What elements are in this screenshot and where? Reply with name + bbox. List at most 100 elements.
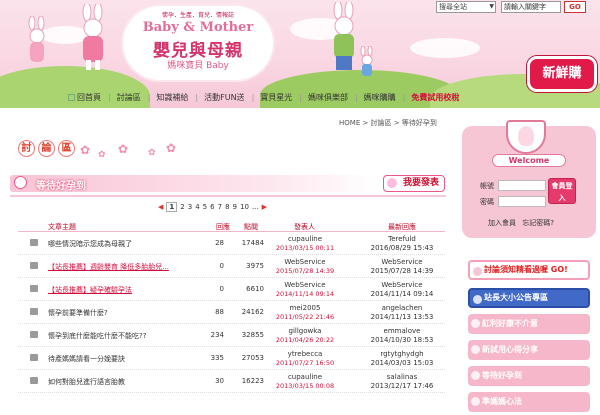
last-reply-user[interactable]: rgtytghydgh xyxy=(358,350,446,359)
breadcrumb[interactable]: HOME > 討論區 > 等待好孕到 xyxy=(339,118,437,128)
author-cell: cupauline 2013/03/15 00:08 xyxy=(265,373,345,391)
page-link[interactable]: 9 xyxy=(233,203,237,211)
topic-subject-link[interactable]: 哪些情況暗示您成為母親了 xyxy=(48,239,132,249)
topic-icon xyxy=(30,377,38,384)
nav-item-home[interactable]: 回首頁 xyxy=(68,92,101,103)
author-name[interactable]: cupauline xyxy=(265,235,345,244)
page-root: 懷孕．生產．育兒．情報誌 Baby & Mother 嬰兒與母親 媽咪寶貝 Ba… xyxy=(0,0,600,415)
next-page-icon[interactable]: ▶ xyxy=(262,203,267,211)
author-name[interactable]: cupauline xyxy=(265,373,345,382)
page-link[interactable]: 8 xyxy=(225,203,229,211)
new-post-button[interactable]: 我要發表 xyxy=(383,175,445,192)
table-row[interactable]: 【站長推薦】疑孕確驗孕法 0 6610 WebService 2014/11/14 09… xyxy=(18,279,445,301)
nav-item-mommy-shop[interactable]: 媽咪購購 xyxy=(364,92,396,103)
last-reply-date: 2014/11/14 09:14 xyxy=(370,290,434,298)
page-link[interactable]: 7 xyxy=(218,203,222,211)
nav-label: 免費試用校稅 xyxy=(411,92,460,102)
sidebar-button-label: 準媽媽心法 xyxy=(482,397,522,406)
page-link[interactable]: 10 xyxy=(240,203,249,211)
author-name[interactable]: gillgowka xyxy=(265,327,345,336)
topic-subject-link[interactable]: 【站長推薦】週齡嬰育 降低多胎胎兒... xyxy=(48,262,169,272)
join-member-link[interactable]: 加入會員 xyxy=(488,219,516,227)
last-reply-user[interactable]: salalinas xyxy=(358,373,446,382)
topic-subject-link[interactable]: 懷孕前要準備什麼? xyxy=(48,308,108,318)
last-reply-user[interactable]: emmalove xyxy=(358,327,446,336)
new-shopping-badge[interactable]: 新鮮購 xyxy=(527,56,597,92)
account-input[interactable] xyxy=(498,180,546,191)
post-date: 2011/04/26 20:22 xyxy=(275,336,335,344)
chevron-down-icon: ▼ xyxy=(489,3,494,10)
forgot-password-link[interactable]: 忘記密碼? xyxy=(522,219,554,227)
bunny-icon xyxy=(473,267,482,276)
table-row[interactable]: 哪些情況暗示您成為母親了 28 17484 cupauline 2013/03/15 0… xyxy=(18,233,445,255)
last-reply-cell: WebService 2014/11/14 09:14 xyxy=(358,281,446,299)
password-input[interactable] xyxy=(498,196,546,207)
sidebar-announcements-button[interactable]: 站長大小公告專區 xyxy=(468,288,590,308)
sidebar-trial-share-button[interactable]: 新試用心得分享 xyxy=(468,340,590,360)
logo-tagline: 懷孕．生產．育兒．情報誌 xyxy=(161,12,234,19)
bunny-mother-icon xyxy=(82,4,103,70)
table-row[interactable]: 【站長推薦】週齡嬰育 降低多胎胎兒... 0 3975 WebService 2015/… xyxy=(18,256,445,278)
table-row[interactable]: 懷孕前要準備什麼? 88 24162 mei2005 2011/05/22 21:46 a… xyxy=(18,302,445,324)
author-cell: mei2005 2011/05/22 21:46 xyxy=(265,304,345,322)
page-link[interactable]: 3 xyxy=(188,203,192,211)
author-name[interactable]: WebService xyxy=(265,281,345,290)
flower-icon: ✿ xyxy=(98,150,106,160)
pencil-icon xyxy=(387,178,397,188)
last-reply-user[interactable]: WebService xyxy=(358,258,446,267)
page-link[interactable]: ... xyxy=(252,203,259,211)
view-count: 16223 xyxy=(241,377,264,385)
page-link[interactable]: 5 xyxy=(203,203,207,211)
search-scope-select[interactable]: 搜尋全站 ▼ xyxy=(436,1,496,13)
author-name[interactable]: mei2005 xyxy=(265,304,345,313)
nav-divider: | xyxy=(195,92,199,102)
last-reply-cell: angelachen 2014/11/13 13:53 xyxy=(358,304,446,322)
nav-label: 寶貝星光 xyxy=(260,92,293,102)
search-input[interactable]: 請輸入關鍵字 xyxy=(501,1,561,13)
board-title-char: 討 xyxy=(18,140,35,157)
login-links: 加入會員 忘記密碼? xyxy=(488,218,554,228)
nav-item-mommy-club[interactable]: 媽咪俱樂部 xyxy=(308,92,348,103)
sidebar-rules-button[interactable]: 討論須知精看過喔 GO! xyxy=(468,260,590,280)
last-reply-user[interactable]: Terefuld xyxy=(358,235,446,244)
sidebar-waiting-button[interactable]: 等待好孕到 xyxy=(468,366,590,386)
page-link[interactable]: 1 xyxy=(166,202,178,212)
page-link[interactable]: 6 xyxy=(210,203,214,211)
page-link[interactable]: 2 xyxy=(180,203,184,211)
bunny-icon xyxy=(471,371,480,380)
board-title-char: 論 xyxy=(38,140,55,157)
nav-item-free-trial[interactable]: 免費試用校稅 xyxy=(411,92,459,103)
last-reply-cell: WebService 2015/07/28 14:39 xyxy=(358,258,446,276)
author-cell: WebService 2015/07/28 14:39 xyxy=(265,258,345,276)
topic-subject-link[interactable]: 懷孕到底什麼能吃什麼不能吃?? xyxy=(48,331,146,341)
page-link[interactable]: 4 xyxy=(195,203,199,211)
nav-item-baby-star[interactable]: 寶貝星光 xyxy=(260,92,292,103)
topic-subject-link[interactable]: 待產媽媽請看一分娩要訣 xyxy=(48,354,125,364)
post-date: 2013/03/15 00:08 xyxy=(275,382,335,390)
reply-count: 0 xyxy=(219,262,224,270)
nav-item-forum[interactable]: 討論區 xyxy=(117,92,141,103)
topic-icon xyxy=(30,331,38,338)
search-go-button[interactable]: GO xyxy=(564,1,586,13)
nav-divider: | xyxy=(147,92,151,102)
topic-subject-link[interactable]: 【站長推薦】疑孕確驗孕法 xyxy=(48,285,132,295)
sidebar-expecting-button[interactable]: 準媽媽心法 xyxy=(468,392,590,412)
topic-icon xyxy=(30,262,38,269)
last-reply-user[interactable]: angelachen xyxy=(358,304,446,313)
table-row[interactable]: 待產媽媽請看一分娩要訣 335 27053 ytrebecca 2011/07/27 1… xyxy=(18,348,445,370)
col-subject: 文章主題 xyxy=(48,223,76,231)
nav-item-knowledge[interactable]: 知識補給 xyxy=(156,92,188,103)
prev-page-icon[interactable]: ◀ xyxy=(158,203,163,211)
sidebar-bonus-button[interactable]: 紅利好康不介意 xyxy=(468,314,590,334)
site-logo[interactable]: 懷孕．生產．育兒．情報誌 Baby & Mother 嬰兒與母親 媽咪寶貝 Ba… xyxy=(123,6,273,80)
table-row[interactable]: 如何對胎兒進行語言胎教 30 16223 cupauline 2013/03/15 00… xyxy=(18,371,445,393)
post-date: 2011/05/22 21:46 xyxy=(275,313,335,321)
author-name[interactable]: ytrebecca xyxy=(265,350,345,359)
login-button[interactable]: 會員登入 xyxy=(548,178,576,204)
nav-item-events[interactable]: 活動FUN送 xyxy=(204,92,244,103)
table-row[interactable]: 懷孕到底什麼能吃什麼不能吃?? 234 32855 gillgowka 2011/04/… xyxy=(18,325,445,347)
search-scope-value: 搜尋全站 xyxy=(439,3,467,11)
author-name[interactable]: WebService xyxy=(265,258,345,267)
topic-subject-link[interactable]: 如何對胎兒進行語言胎教 xyxy=(48,377,125,387)
last-reply-user[interactable]: WebService xyxy=(358,281,446,290)
